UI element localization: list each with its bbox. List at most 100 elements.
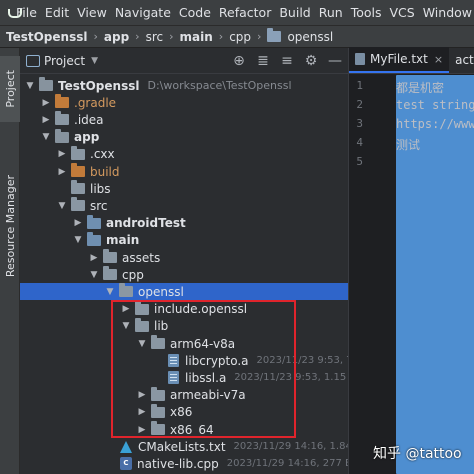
breadcrumb-separator: › — [93, 30, 98, 43]
tree-item-label: libs — [90, 181, 111, 196]
editor-tab-label: act — [455, 53, 474, 67]
left-tool-strip: Project Resource Manager — [0, 48, 20, 474]
chevron-down-icon[interactable]: ▼ — [40, 132, 52, 142]
highlight-box — [111, 300, 296, 438]
breadcrumb: TestOpenssl › app › src › main › cpp › openssl — [0, 26, 474, 48]
code-content[interactable]: 都是机密 test string https://www 测试 — [396, 75, 474, 474]
project-tool-tab-label: Project — [3, 70, 17, 108]
folder-icon — [55, 128, 69, 143]
menu-refactor[interactable]: Refactor — [215, 5, 275, 20]
code-line: 测试 — [396, 138, 421, 152]
folder-icon — [103, 266, 117, 281]
menu-vcs[interactable]: VCS — [386, 5, 419, 20]
chevron-right-icon[interactable]: ▶ — [40, 115, 52, 125]
breadcrumb-item[interactable]: TestOpenssl — [0, 30, 87, 44]
tree-item-label: main — [106, 233, 140, 248]
menu-view[interactable]: View — [73, 5, 111, 20]
line-number: 2 — [356, 98, 363, 111]
tree-item-label: app — [74, 130, 100, 145]
chevron-right-icon[interactable]: ▶ — [56, 167, 68, 177]
folder-icon — [55, 111, 69, 126]
tree-row[interactable]: ▶ build — [20, 163, 348, 180]
breadcrumb-item[interactable]: cpp — [223, 30, 251, 44]
breadcrumb-item[interactable]: src — [140, 30, 164, 44]
chevron-down-icon[interactable]: ▼ — [24, 81, 36, 91]
chevron-down-icon[interactable]: ▼ — [104, 287, 116, 297]
chevron-right-icon[interactable]: ▶ — [72, 218, 84, 228]
tree-item-label: cpp — [122, 267, 144, 282]
breadcrumb-item[interactable]: app — [98, 30, 129, 44]
chevron-right-icon[interactable]: ▶ — [56, 149, 68, 159]
menu-window[interactable]: Window — [419, 5, 474, 20]
tree-row[interactable]: ▶ .gradle — [20, 94, 348, 111]
tree-row[interactable]: ▶Cnative-lib.cpp2023/11/29 14:16, 277 B … — [20, 455, 348, 472]
collapse-icon[interactable]: ≣ — [256, 54, 270, 68]
chevron-right-icon[interactable]: ▶ — [88, 253, 100, 263]
menu-edit[interactable]: Edit — [41, 5, 73, 20]
project-panel-header: Project ▼ ⊕ ≣ ≡ ⚙ — — [20, 48, 348, 74]
folder-icon — [103, 249, 117, 263]
menu-navigate[interactable]: Navigate — [111, 5, 175, 20]
chevron-right-icon[interactable]: ▶ — [40, 98, 52, 108]
menu-tools[interactable]: Tools — [347, 5, 386, 20]
folder-icon — [39, 77, 53, 91]
folder-icon — [87, 214, 101, 229]
expand-icon[interactable]: ≡ — [280, 54, 294, 68]
tree-item-label: assets — [122, 250, 161, 265]
folder-icon — [71, 180, 85, 195]
tree-row[interactable]: ▶ assets — [20, 249, 348, 266]
tree-item-label: .cxx — [90, 147, 115, 162]
tree-row[interactable]: ▼ openssl — [20, 283, 348, 301]
tree-row[interactable]: ▶ .idea — [20, 111, 348, 128]
tree-item-label: build — [90, 164, 120, 179]
tree-row[interactable]: ▼ cpp — [20, 266, 348, 283]
line-number: 3 — [356, 117, 363, 130]
tree-item-meta: 2023/11/29 14:16, 1.84 kB — [233, 441, 348, 453]
breadcrumb-item[interactable]: main — [174, 30, 213, 44]
cmake-icon — [120, 440, 132, 453]
tree-row[interactable]: ▼ src — [20, 197, 348, 214]
tree-row[interactable]: ▶ androidTest — [20, 214, 348, 232]
editor-tab[interactable]: act — [396, 47, 474, 474]
folder-icon — [71, 197, 85, 212]
menu-code[interactable]: Code — [175, 5, 215, 20]
folder-icon — [119, 283, 133, 298]
line-number: 1 — [356, 79, 363, 92]
minimize-icon[interactable]: — — [328, 54, 342, 68]
project-view-icon — [26, 54, 40, 67]
menu-run[interactable]: Run — [315, 5, 347, 20]
folder-icon — [87, 231, 101, 246]
menu-build[interactable]: Build — [275, 5, 314, 20]
watermark: 知乎 @tattoo — [373, 446, 462, 462]
menu-bar: File Edit View Navigate Code Refactor Build Run… — [0, 0, 474, 26]
tree-item-label: src — [90, 198, 108, 213]
resource-manager-tab-label: Resource Manager — [3, 174, 17, 278]
breadcrumb-item[interactable]: openssl — [281, 30, 333, 44]
project-view-selector[interactable]: Project — [44, 54, 85, 68]
tree-item-label: openssl — [138, 284, 184, 299]
folder-icon — [71, 145, 85, 160]
tree-row[interactable]: ▼ TestOpenssl D:\workspace\TestOpenssl — [20, 77, 348, 94]
tree-row[interactable]: ▶CMakeLists.txt2023/11/29 14:16, 1.84 kB — [20, 438, 348, 455]
code-line: https://www — [396, 117, 474, 131]
tree-row[interactable]: ▶ .cxx — [20, 145, 348, 163]
line-number-gutter: 1 2 3 4 5 — [349, 75, 383, 474]
tree-item-meta: 2023/11/29 14:16, 277 B 41 minutes — [226, 458, 348, 470]
gear-icon[interactable]: ⚙ — [304, 54, 318, 68]
editor-tab[interactable]: MyFile.txt × — [349, 47, 450, 73]
menu-items: File Edit View Navigate Code Refactor Build Run… — [12, 5, 474, 20]
tree-item-label: CMakeLists.txt — [138, 439, 226, 454]
tree-item-meta: D:\workspace\TestOpenssl — [147, 79, 292, 92]
close-icon[interactable]: × — [434, 53, 443, 66]
resource-manager-tool-tab[interactable]: Resource Manager — [0, 166, 20, 286]
tree-row[interactable]: ▼ app — [20, 128, 348, 146]
project-tool-tab[interactable]: Project — [0, 56, 20, 122]
tree-row[interactable]: ▶libs — [20, 180, 348, 197]
chevron-down-icon[interactable]: ▼ — [56, 201, 68, 211]
chevron-down-icon[interactable]: ▼ — [88, 270, 100, 280]
folder-icon — [267, 28, 282, 42]
chevron-down-icon[interactable]: ▼ — [72, 235, 84, 245]
chevron-down-icon[interactable]: ▼ — [91, 56, 98, 66]
tree-row[interactable]: ▼ main — [20, 231, 348, 249]
target-icon[interactable]: ⊕ — [232, 54, 246, 68]
